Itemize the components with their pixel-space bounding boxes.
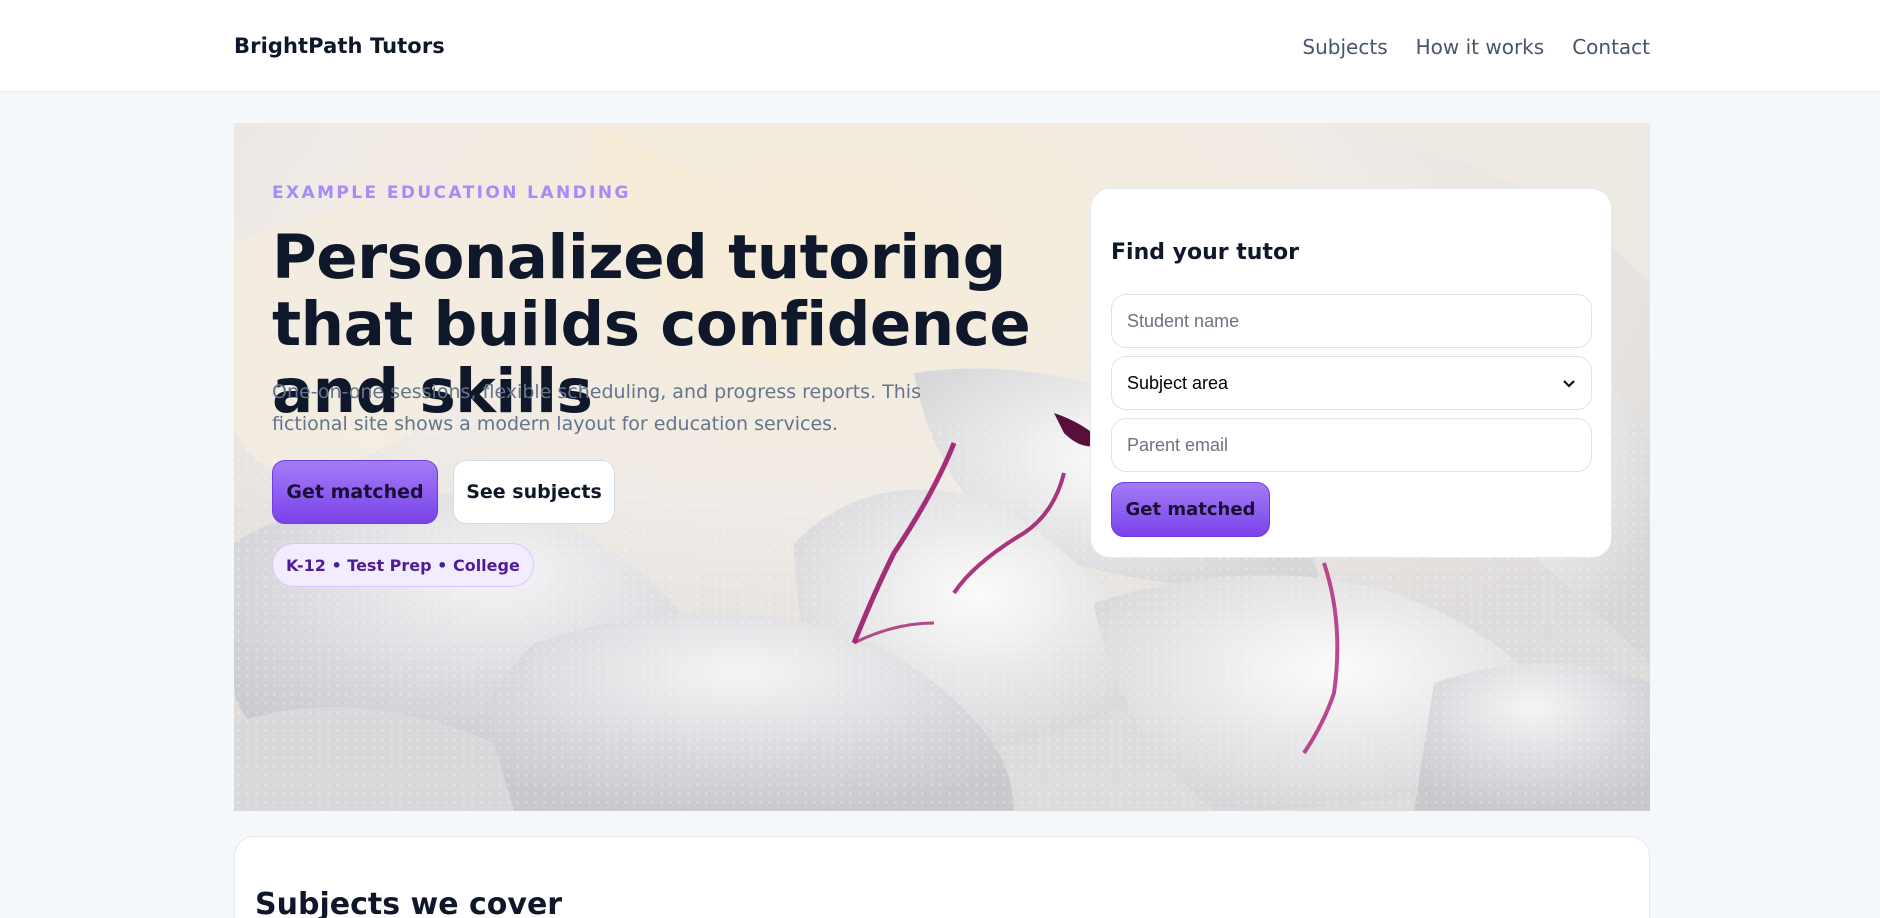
subject-area-value: Subject area xyxy=(1127,372,1229,393)
form-title: Find your tutor xyxy=(1111,240,1299,265)
main-nav: Subjects How it works Contact xyxy=(1302,35,1650,59)
hero-subtext: One-on-one sessions, flexible scheduling… xyxy=(272,381,921,435)
parent-email-input[interactable] xyxy=(1111,418,1592,472)
hero-section: EXAMPLE EDUCATION LANDING Personalized t… xyxy=(234,123,1650,811)
form-get-matched-button[interactable]: Get matched xyxy=(1111,482,1270,537)
get-matched-button[interactable]: Get matched xyxy=(272,460,438,524)
see-subjects-button[interactable]: See subjects xyxy=(453,460,615,524)
levels-badge: K-12 • Test Prep • College xyxy=(272,543,534,587)
subject-area-select[interactable]: Subject area xyxy=(1111,356,1592,410)
subjects-title: Subjects we cover xyxy=(255,887,563,918)
student-name-input[interactable] xyxy=(1111,294,1592,348)
site-header: BrightPath Tutors Subjects How it works … xyxy=(0,0,1880,92)
nav-link-subjects[interactable]: Subjects xyxy=(1302,35,1387,59)
find-tutor-form: Find your tutor Subject area Get matched xyxy=(1090,188,1612,558)
nav-link-contact[interactable]: Contact xyxy=(1572,35,1650,59)
nav-link-how-it-works[interactable]: How it works xyxy=(1416,35,1545,59)
subjects-section: Subjects we cover xyxy=(234,836,1650,918)
chevron-down-icon xyxy=(1563,380,1575,388)
brand-logo[interactable]: BrightPath Tutors xyxy=(234,34,445,58)
hero-eyebrow: EXAMPLE EDUCATION LANDING xyxy=(272,183,631,203)
